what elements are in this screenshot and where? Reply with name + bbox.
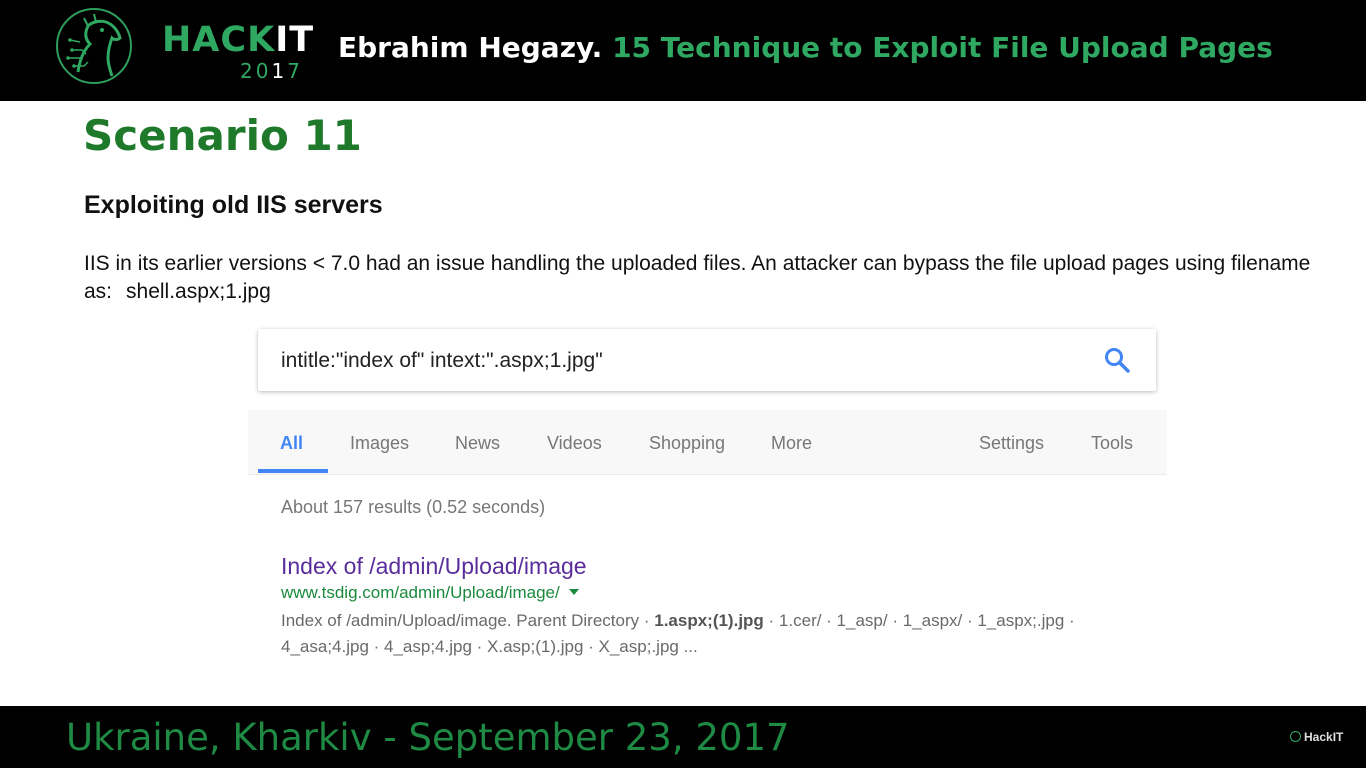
tab-news[interactable]: News — [455, 432, 500, 454]
result-url: www.tsdig.com/admin/Upload/image/ — [281, 583, 579, 603]
talk-title: 15 Technique to Exploit File Upload Page… — [612, 31, 1273, 64]
snippet-text: Index of /admin/Upload/image. Parent Dir… — [281, 611, 655, 630]
tab-all[interactable]: All — [280, 432, 303, 454]
result-snippet: Index of /admin/Upload/image. Parent Dir… — [281, 608, 1081, 660]
brand-name-part: IT — [275, 20, 315, 60]
banner-title: Ebrahim Hegazy. 15 Technique to Exploit … — [338, 28, 1273, 68]
snippet-highlight: 1.aspx;(1).jpg — [654, 611, 764, 630]
event-location-date: Ukraine, Kharkiv - September 23, 2017 — [66, 716, 790, 759]
slide-subtitle: Exploiting old IIS servers — [84, 191, 383, 219]
tools-link[interactable]: Tools — [1091, 432, 1133, 454]
horse-circuit-icon — [66, 13, 122, 77]
result-stats: About 157 results (0.52 seconds) — [281, 497, 546, 517]
dropdown-caret-icon[interactable] — [568, 589, 579, 595]
brand-name-part: HACK — [162, 20, 276, 60]
tab-images[interactable]: Images — [350, 432, 409, 454]
footer-banner: Ukraine, Kharkiv - September 23, 2017 Ha… — [0, 706, 1366, 768]
brand-year: 2017 — [240, 60, 303, 82]
search-tabs: All Images News Videos Shopping More Set… — [248, 410, 1167, 475]
slide-heading: Scenario 11 — [83, 111, 362, 160]
example-filename: shell.aspx;1.jpg — [126, 280, 271, 303]
hackit-mini-logo-icon — [1290, 731, 1301, 742]
search-input[interactable]: intitle:"index of" intext:".aspx;1.jpg" — [281, 348, 603, 374]
speaker-name: Ebrahim Hegazy. — [338, 31, 603, 64]
result-url-text: www.tsdig.com/admin/Upload/image/ — [281, 583, 560, 602]
brand-year-part: 7 — [287, 59, 303, 83]
search-box[interactable]: intitle:"index of" intext:".aspx;1.jpg" — [258, 329, 1156, 391]
brand-name: HACKIT — [162, 20, 314, 60]
tab-more[interactable]: More — [771, 432, 812, 454]
search-icon[interactable] — [1103, 346, 1131, 374]
footer-brand-text: HackIT — [1304, 730, 1344, 744]
hackit-logo — [56, 8, 132, 84]
footer-brand: HackIT — [1290, 730, 1343, 744]
slide-description: IIS in its earlier versions < 7.0 had an… — [84, 250, 1334, 306]
brand-year-part: 1 — [271, 59, 288, 83]
active-tab-indicator — [258, 469, 328, 473]
settings-link[interactable]: Settings — [979, 432, 1044, 454]
header-banner: HACKIT 2017 Ebrahim Hegazy. 15 Technique… — [0, 0, 1366, 101]
brand-year-part: 20 — [240, 59, 272, 83]
tab-videos[interactable]: Videos — [547, 432, 602, 454]
result-title-link[interactable]: Index of /admin/Upload/image — [281, 552, 587, 580]
tab-shopping[interactable]: Shopping — [649, 432, 725, 454]
